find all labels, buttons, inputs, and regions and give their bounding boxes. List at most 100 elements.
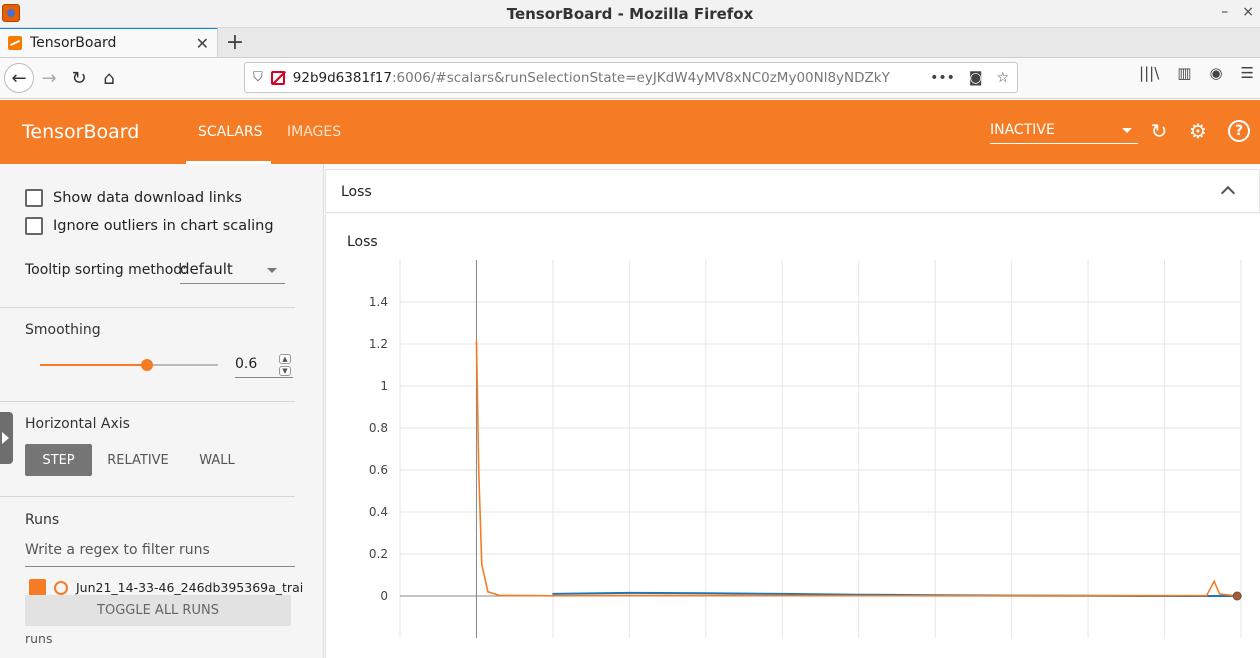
account-icon[interactable]: ◉ — [1209, 64, 1222, 82]
horizontal-axis-label: Horizontal Axis — [25, 416, 130, 432]
smoothing-value: 0.6 — [235, 356, 258, 372]
series-end-marker — [1232, 591, 1242, 601]
show-download-links-checkbox[interactable]: Show data download links — [25, 189, 242, 207]
y-tick-label: 0.4 — [369, 505, 388, 519]
card-header-title: Loss — [341, 184, 372, 200]
y-tick-label: 0.6 — [369, 463, 388, 477]
navigation-bar: ← → ↻ ⌂ ⛉ 92b9d6381f17:6006/#scalars&run… — [0, 58, 1260, 99]
sidebar-collapse-handle[interactable] — [0, 412, 13, 464]
smoothing-value-input[interactable]: 0.6 ▲ ▼ — [235, 354, 293, 378]
url-actions: ••• ◙ ☆ — [930, 70, 1009, 86]
home-button[interactable]: ⌂ — [94, 63, 124, 93]
tab-strip: TensorBoard ✕ + — [0, 27, 1260, 58]
firefox-app-icon — [2, 4, 20, 22]
run-filter-placeholder: Write a regex to filter runs — [25, 542, 210, 558]
axis-step-button[interactable]: STEP — [25, 444, 92, 476]
reload-page-button[interactable]: ↻ — [64, 63, 94, 93]
settings-button[interactable]: ⚙ — [1187, 119, 1209, 143]
status-dropdown[interactable]: INACTIVE — [990, 122, 1138, 144]
back-button[interactable]: ← — [4, 63, 34, 93]
help-icon: ? — [1234, 123, 1244, 139]
ignore-outliers-label: Ignore outliers in chart scaling — [53, 218, 274, 234]
arrow-left-icon: ← — [11, 67, 27, 89]
reload-icon: ↻ — [71, 67, 87, 89]
tab-scalars[interactable]: SCALARS — [198, 124, 263, 140]
loss-chart-card: Loss 1.4 1.2 1 0.8 0.6 0.4 0.2 0 — [325, 214, 1260, 658]
close-window-button[interactable]: × — [1242, 4, 1254, 20]
tensorboard-favicon-icon — [8, 36, 22, 50]
chevron-up-icon[interactable] — [1220, 185, 1236, 201]
data-point — [628, 594, 631, 597]
page-actions-icon[interactable]: ••• — [930, 70, 955, 86]
run-checkbox[interactable] — [29, 579, 46, 596]
y-tick-label: 0 — [380, 589, 388, 603]
toggle-all-runs-button[interactable]: TOGGLE ALL RUNS — [25, 595, 291, 626]
loss-chart[interactable]: 1.4 1.2 1 0.8 0.6 0.4 0.2 0 — [326, 214, 1260, 658]
window-title: TensorBoard - Mozilla Firefox — [506, 4, 754, 23]
data-point — [1087, 594, 1089, 597]
checkbox-box[interactable] — [25, 217, 43, 235]
close-tab-icon[interactable]: ✕ — [196, 34, 209, 53]
tensorboard-toolbar: TensorBoard SCALARS IMAGES INACTIVE ↻ ⚙ … — [0, 100, 1260, 164]
axis-relative-button[interactable]: RELATIVE — [102, 444, 174, 476]
data-point — [1213, 580, 1216, 583]
series-line-1 — [475, 341, 1238, 597]
runs-footer-text: runs — [25, 631, 53, 646]
data-point — [552, 593, 554, 595]
y-tick-label: 1 — [380, 379, 388, 393]
bookmark-star-icon[interactable]: ☆ — [996, 70, 1009, 86]
data-point — [487, 591, 489, 593]
run-name: Jun21_14-33-46_246db395369a_trai — [76, 580, 304, 595]
window-titlebar: TensorBoard - Mozilla Firefox – × — [0, 0, 1260, 28]
help-button[interactable]: ? — [1228, 120, 1250, 142]
data-point — [781, 594, 784, 597]
minimize-button[interactable]: – — [1221, 4, 1228, 20]
smoothing-stepper[interactable]: ▲ ▼ — [279, 354, 291, 376]
tooltip-sorting-label: Tooltip sorting method: — [25, 262, 187, 278]
reload-data-button[interactable]: ↻ — [1148, 119, 1170, 143]
pocket-icon[interactable]: ◙ — [969, 70, 983, 86]
data-point — [1218, 593, 1221, 595]
data-point — [628, 592, 631, 594]
ignore-outliers-checkbox[interactable]: Ignore outliers in chart scaling — [25, 217, 274, 235]
smoothing-slider-thumb[interactable] — [140, 359, 153, 371]
checkbox-box[interactable] — [25, 189, 43, 207]
url-path: :6006/#scalars&runSelectionState=eyJKdW4… — [391, 69, 890, 86]
show-download-links-label: Show data download links — [53, 190, 242, 206]
url-bar[interactable]: ⛉ 92b9d6381f17:6006/#scalars&runSelectio… — [244, 62, 1018, 93]
tracking-shield-icon[interactable]: ⛉ — [253, 70, 263, 85]
status-dropdown-value: INACTIVE — [990, 122, 1055, 138]
arrow-right-icon: → — [41, 67, 57, 89]
tooltip-sorting-value: default — [180, 260, 233, 278]
browser-tab-title: TensorBoard — [30, 35, 117, 51]
new-tab-button[interactable]: + — [218, 27, 252, 57]
menu-icon[interactable]: ☰ — [1241, 64, 1254, 82]
browser-toolbar-right: |||\ ▥ ◉ ☰ — [1139, 64, 1260, 82]
section-divider — [0, 401, 295, 402]
section-divider — [0, 496, 295, 497]
run-filter-input[interactable]: Write a regex to filter runs — [25, 542, 295, 567]
run-radio[interactable] — [54, 580, 68, 595]
loss-card-header[interactable]: Loss — [325, 169, 1260, 213]
insecure-connection-icon[interactable] — [270, 70, 285, 85]
axis-wall-button[interactable]: WALL — [190, 444, 244, 476]
tensorboard-brand: TensorBoard — [22, 121, 140, 143]
url-text[interactable]: 92b9d6381f17:6006/#scalars&runSelectionS… — [293, 70, 922, 86]
run-item[interactable]: Jun21_14-33-46_246db395369a_trai — [29, 579, 303, 596]
tooltip-sorting-select[interactable]: default — [180, 260, 285, 284]
browser-tab-tensorboard[interactable]: TensorBoard ✕ — [0, 27, 218, 57]
step-up-icon[interactable]: ▲ — [279, 354, 291, 364]
step-down-icon[interactable]: ▼ — [279, 366, 291, 376]
smoothing-slider[interactable] — [40, 359, 218, 371]
tab-images[interactable]: IMAGES — [287, 124, 341, 140]
section-divider — [0, 307, 295, 308]
smoothing-label: Smoothing — [25, 322, 101, 338]
library-icon[interactable]: |||\ — [1139, 64, 1159, 82]
y-tick-label: 1.2 — [369, 337, 388, 351]
forward-button[interactable]: → — [34, 63, 64, 93]
data-point — [477, 469, 480, 471]
data-point — [1205, 594, 1208, 597]
sidebar-toggle-icon[interactable]: ▥ — [1177, 64, 1191, 82]
home-icon: ⌂ — [103, 67, 115, 89]
y-tick-label: 0.8 — [369, 421, 388, 435]
